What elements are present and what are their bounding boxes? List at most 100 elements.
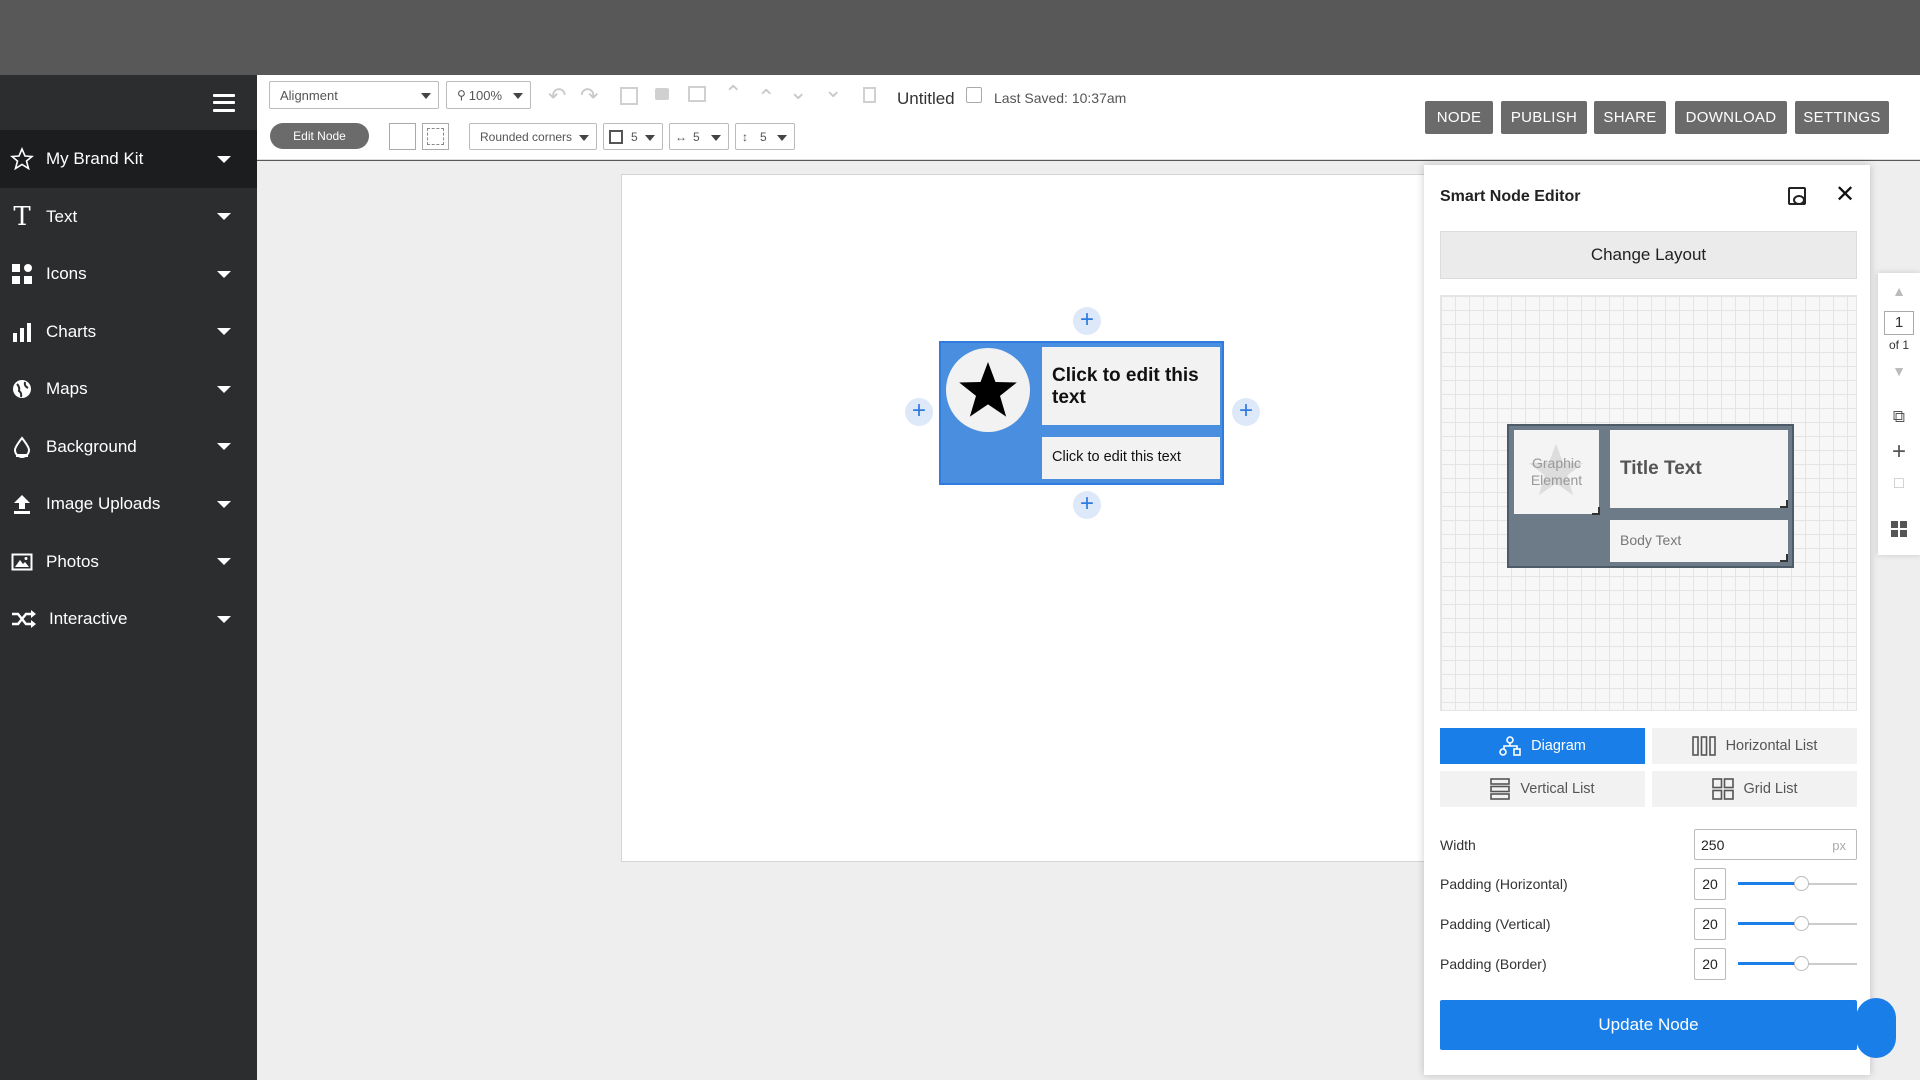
edit-title-icon[interactable] bbox=[966, 87, 982, 103]
padding-horizontal-input[interactable]: 20 bbox=[1694, 868, 1726, 900]
document-title[interactable]: Untitled bbox=[897, 89, 955, 109]
preview-graphic-element[interactable]: Graphic Element bbox=[1514, 430, 1600, 515]
layout-preview: Graphic Element Title Text Body Text bbox=[1440, 295, 1857, 711]
sidebar-item-my-brand-kit[interactable]: My Brand Kit bbox=[0, 130, 257, 188]
padding-vertical-input[interactable]: 20 bbox=[1694, 908, 1726, 940]
sidebar-item-background[interactable]: Background bbox=[0, 418, 257, 476]
chevron-down-icon bbox=[217, 443, 231, 451]
chevron-down-icon bbox=[217, 500, 231, 508]
bring-to-front-icon[interactable]: ⌃ bbox=[724, 81, 742, 107]
share-button[interactable]: SHARE bbox=[1594, 101, 1666, 134]
page-number-input[interactable]: 1 bbox=[1884, 311, 1914, 335]
resize-handle-icon[interactable] bbox=[1780, 554, 1788, 562]
padding-horizontal-slider[interactable] bbox=[1738, 876, 1857, 891]
text-t-icon: T bbox=[13, 201, 31, 232]
slider-thumb[interactable] bbox=[1794, 956, 1809, 971]
update-node-button[interactable]: Update Node bbox=[1440, 1000, 1857, 1050]
save-icon[interactable] bbox=[1788, 187, 1806, 205]
change-layout-button[interactable]: Change Layout bbox=[1440, 231, 1857, 279]
layout-diagram-button[interactable]: Diagram bbox=[1440, 728, 1645, 764]
crop-icon[interactable] bbox=[620, 87, 638, 105]
alignment-select-value: Alignment bbox=[280, 87, 338, 103]
layout-horizontal-list-button[interactable]: Horizontal List bbox=[1652, 728, 1857, 764]
layout-grid-list-button[interactable]: Grid List bbox=[1652, 771, 1857, 807]
sidebar-item-label: Maps bbox=[46, 379, 88, 399]
redo-icon[interactable]: ↷ bbox=[580, 83, 598, 109]
layout-vertical-list-label: Vertical List bbox=[1520, 781, 1595, 797]
sidebar-item-photos[interactable]: Photos bbox=[0, 533, 257, 591]
download-button[interactable]: DOWNLOAD bbox=[1675, 101, 1787, 134]
border-width-select[interactable]: 5 bbox=[603, 123, 663, 150]
sidebar-header bbox=[0, 75, 257, 130]
horizontal-spacing-select[interactable]: ↔ 5 bbox=[669, 123, 729, 150]
add-node-left-icon[interactable]: + bbox=[905, 398, 933, 426]
zoom-select[interactable]: ⚲ 100% bbox=[446, 81, 531, 109]
horizontal-spacing-value: 5 bbox=[693, 129, 700, 144]
zoom-value: 100% bbox=[468, 87, 503, 103]
send-to-back-icon[interactable]: ⌄ bbox=[824, 77, 842, 103]
trash-icon[interactable] bbox=[863, 87, 876, 103]
sidebar-item-interactive[interactable]: Interactive bbox=[0, 591, 257, 649]
chat-widget[interactable] bbox=[1856, 998, 1896, 1058]
sidebar-item-image-uploads[interactable]: Image Uploads bbox=[0, 476, 257, 534]
magnifier-icon: ⚲ bbox=[457, 88, 466, 102]
sidebar-item-label: Interactive bbox=[49, 609, 128, 629]
lock-icon[interactable] bbox=[655, 88, 669, 100]
add-node-bottom-icon[interactable]: + bbox=[1073, 491, 1101, 519]
layout-vertical-list-button[interactable]: Vertical List bbox=[1440, 771, 1645, 807]
vertical-spacing-select[interactable]: ↕ 5 bbox=[735, 123, 795, 150]
page-down-icon[interactable]: ▼ bbox=[1878, 363, 1920, 379]
alignment-select[interactable]: Alignment bbox=[269, 81, 439, 109]
delete-page-icon[interactable]: □ bbox=[1878, 475, 1920, 493]
sidebar-item-icons[interactable]: Icons bbox=[0, 246, 257, 304]
slider-thumb[interactable] bbox=[1794, 916, 1809, 931]
corner-style-select[interactable]: Rounded corners bbox=[469, 123, 597, 150]
smart-node[interactable]: Click to edit this text Click to edit th… bbox=[939, 341, 1224, 485]
add-page-icon[interactable]: + bbox=[1878, 438, 1920, 466]
node-title-text[interactable]: Click to edit this text bbox=[1042, 347, 1220, 425]
undo-icon[interactable]: ↶ bbox=[548, 83, 566, 109]
sidebar-item-text[interactable]: T Text bbox=[0, 188, 257, 246]
resize-handle-icon[interactable] bbox=[1780, 500, 1788, 508]
node-button[interactable]: NODE bbox=[1425, 101, 1493, 134]
sidebar-item-maps[interactable]: Maps bbox=[0, 361, 257, 419]
width-label: Width bbox=[1440, 837, 1476, 853]
publish-button[interactable]: PUBLISH bbox=[1501, 101, 1587, 134]
sidebar-item-label: Photos bbox=[46, 551, 99, 571]
bring-forward-icon[interactable]: ⌃ bbox=[757, 85, 775, 111]
send-backward-icon[interactable]: ⌄ bbox=[789, 79, 807, 105]
slider-thumb[interactable] bbox=[1794, 876, 1809, 891]
add-node-right-icon[interactable]: + bbox=[1232, 398, 1260, 426]
artboard[interactable] bbox=[621, 174, 1481, 862]
page-up-icon[interactable]: ▲ bbox=[1878, 283, 1920, 299]
chevron-down-icon bbox=[645, 135, 655, 141]
page-count: of 1 bbox=[1888, 338, 1909, 352]
toolbar: Alignment ⚲ 100% ↶ ↷ ⌃ ⌃ ⌄ ⌄ Untitled Las… bbox=[257, 75, 1920, 160]
padding-border-slider[interactable] bbox=[1738, 956, 1857, 971]
border-style-swatch[interactable] bbox=[422, 123, 449, 150]
chevron-down-icon bbox=[217, 270, 231, 278]
node-graphic[interactable] bbox=[946, 348, 1030, 432]
close-icon[interactable]: ✕ bbox=[1835, 181, 1855, 209]
page-grid-icon[interactable] bbox=[1878, 521, 1920, 542]
padding-horizontal-label: Padding (Horizontal) bbox=[1440, 876, 1568, 892]
padding-border-input[interactable]: 20 bbox=[1694, 948, 1726, 980]
chevron-down-icon bbox=[217, 385, 231, 393]
duplicate-page-icon[interactable]: ⧉ bbox=[1878, 407, 1920, 427]
sidebar-item-charts[interactable]: Charts bbox=[0, 303, 257, 361]
add-node-top-icon[interactable]: + bbox=[1073, 307, 1101, 335]
border-width-icon bbox=[609, 129, 623, 144]
preview-title-text[interactable]: Title Text bbox=[1610, 430, 1788, 508]
edit-node-button[interactable]: Edit Node bbox=[270, 123, 369, 149]
resize-handle-icon[interactable] bbox=[1592, 507, 1600, 515]
diagram-icon bbox=[1499, 736, 1521, 756]
node-body-text[interactable]: Click to edit this text bbox=[1042, 437, 1220, 479]
settings-button[interactable]: SETTINGS bbox=[1795, 101, 1889, 134]
padding-vertical-slider[interactable] bbox=[1738, 916, 1857, 931]
layout-horizontal-list-label: Horizontal List bbox=[1725, 738, 1818, 754]
preview-body-text[interactable]: Body Text bbox=[1610, 520, 1788, 562]
fill-color-swatch[interactable] bbox=[389, 123, 416, 150]
duplicate-icon[interactable] bbox=[688, 86, 706, 102]
hamburger-menu-icon[interactable] bbox=[213, 93, 235, 112]
width-input[interactable]: 250 px bbox=[1694, 829, 1857, 860]
